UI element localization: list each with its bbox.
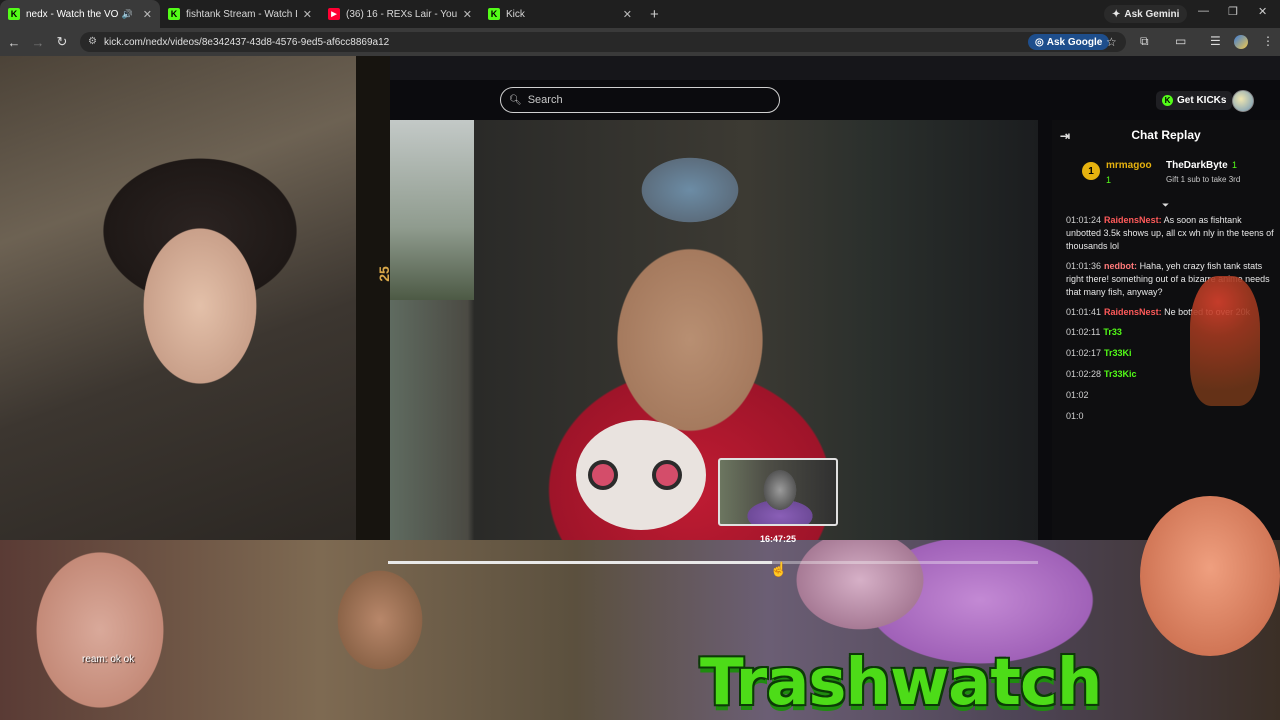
tab-title: Kick: [506, 8, 525, 20]
second-count: 1: [1232, 160, 1238, 170]
scrub-preview-time: 16:47:25: [759, 534, 797, 544]
forward-icon[interactable]: →: [26, 35, 50, 50]
rooster-overlay: [1190, 276, 1260, 406]
collapse-chat-icon[interactable]: ⇥: [1060, 129, 1070, 143]
browser-tab-4[interactable]: K Kick ✕: [480, 0, 640, 28]
message-user[interactable]: RaidensNest:: [1104, 307, 1162, 317]
message-user[interactable]: nedbot:: [1104, 261, 1137, 271]
kicks-coin-icon: K: [1162, 95, 1173, 106]
close-tab-icon[interactable]: ✕: [623, 8, 632, 21]
get-kicks-label: Get KICKs: [1177, 95, 1227, 106]
scrub-preview-thumbnail: [718, 458, 838, 526]
reload-icon[interactable]: ↻: [50, 34, 74, 50]
rank-badge-icon: 1: [1082, 162, 1100, 180]
message-time: 01:01:41: [1066, 307, 1102, 317]
url-text: kick.com/nedx/videos/8e342437-43d8-4576-…: [104, 36, 390, 48]
search-input[interactable]: [527, 94, 758, 106]
search-box[interactable]: 🔍︎: [500, 87, 780, 113]
ask-google-button[interactable]: ◎ Ask Google: [1028, 34, 1110, 50]
gift-sub-text: Gift 1 sub to take 3rd: [1166, 175, 1241, 184]
chat-title: Chat Replay: [1131, 128, 1201, 142]
message-user[interactable]: Tr33Kic: [1104, 369, 1137, 379]
trashwatch-banner: Trashwatch: [700, 646, 1102, 720]
kick-page: 🔍︎ K Get KICKs 25 ⇥ Chat Replay 1 mrmago…: [0, 56, 1280, 720]
sweater-eye-right: [652, 460, 682, 490]
close-tab-icon[interactable]: ✕: [143, 8, 152, 21]
back-icon[interactable]: ←: [2, 35, 26, 50]
tab-title: (36) 16 - REXs Lair - YouTube: [346, 8, 457, 20]
gemini-sparkle-icon: ✦: [1112, 8, 1121, 20]
browser-toolbar: ← → ↻ ⚙ kick.com/nedx/videos/8e342437-43…: [0, 28, 1280, 56]
progress-fill: [388, 561, 772, 564]
close-tab-icon[interactable]: ✕: [463, 8, 472, 21]
close-tab-icon[interactable]: ✕: [303, 8, 312, 21]
message-time: 01:01:24: [1066, 215, 1102, 225]
chat-message: 01:0: [1066, 410, 1274, 424]
address-bar[interactable]: ⚙ kick.com/nedx/videos/8e342437-43d8-457…: [80, 32, 1126, 52]
kick-top-strip: [390, 56, 1280, 80]
hand-cursor-icon: ☝: [770, 561, 788, 577]
reading-list-icon[interactable]: ☰: [1210, 34, 1221, 48]
browser-tab-1[interactable]: K nedx - Watch the VOD on K 🔊 ✕: [0, 0, 160, 28]
message-user[interactable]: Tr33Ki: [1104, 348, 1132, 358]
message-time: 01:01:36: [1066, 261, 1102, 271]
gift-leaderboard[interactable]: 1 mrmagoo 1 TheDarkByte 1 Gift 1 sub to …: [1082, 158, 1272, 192]
video-window-scene: [390, 120, 474, 300]
message-time: 01:0: [1066, 411, 1084, 421]
second-username: TheDarkByte: [1166, 160, 1228, 171]
close-window-icon[interactable]: ✕: [1258, 5, 1267, 18]
ask-google-label: Ask Google: [1046, 36, 1103, 48]
browser-menu-icon[interactable]: ⋮: [1262, 34, 1274, 48]
sweater-eye-left: [588, 460, 618, 490]
video-progress-bar[interactable]: [388, 561, 1038, 564]
message-time: 01:02:17: [1066, 348, 1102, 358]
leader-count: 1: [1106, 175, 1112, 185]
chat-message: 01:01:24 RaidensNest: As soon as fishtank…: [1066, 214, 1274, 253]
maximize-icon[interactable]: ❐: [1228, 5, 1238, 18]
message-user[interactable]: RaidensNest:: [1104, 215, 1162, 225]
message-time: 01:02: [1066, 390, 1089, 400]
browser-tab-3[interactable]: ▶ (36) 16 - REXs Lair - YouTube ✕: [320, 0, 480, 28]
extensions-icon[interactable]: ⧉: [1140, 34, 1149, 49]
webcam-side-number: 25: [375, 266, 390, 282]
cast-icon[interactable]: ▭: [1175, 34, 1186, 48]
new-tab-icon[interactable]: +: [650, 6, 659, 23]
tab-title: fishtank Stream - Watch Live on: [186, 8, 297, 20]
chat-header: ⇥ Chat Replay: [1052, 120, 1280, 150]
search-icon: 🔍︎: [509, 94, 522, 106]
message-time: 01:02:11: [1066, 327, 1101, 337]
browser-profile-avatar[interactable]: [1234, 35, 1248, 49]
message-text: Ne: [1164, 307, 1176, 317]
get-kicks-button[interactable]: K Get KICKs: [1156, 91, 1233, 110]
lens-icon: ◎: [1035, 36, 1044, 48]
browser-tab-2[interactable]: K fishtank Stream - Watch Live on ✕: [160, 0, 320, 28]
tab-title: nedx - Watch the VOD on K: [26, 8, 118, 20]
kick-favicon-icon: K: [488, 8, 500, 20]
speaker-icon[interactable]: 🔊: [122, 9, 133, 20]
kick-favicon-icon: K: [8, 8, 20, 20]
video-player[interactable]: [390, 120, 1038, 540]
message-user[interactable]: Tr33: [1103, 327, 1122, 337]
ask-gemini-label: Ask Gemini: [1124, 8, 1180, 20]
user-avatar[interactable]: [1232, 90, 1254, 112]
message-time: 01:02:28: [1066, 369, 1102, 379]
message-text: Haha, yeh: [1139, 261, 1181, 271]
browser-tab-bar: K nedx - Watch the VOD on K 🔊 ✕ K fishta…: [0, 0, 1280, 28]
youtube-favicon-icon: ▶: [328, 8, 340, 20]
bookmark-star-icon[interactable]: ☆: [1106, 35, 1117, 49]
ask-gemini-button[interactable]: ✦ Ask Gemini: [1104, 5, 1188, 23]
webcam-overlay: 25: [0, 56, 390, 540]
laughing-face-overlay: [1140, 496, 1280, 656]
leader-username: mrmagoo: [1106, 160, 1152, 171]
stream-chat-snippet: ream: ok ok: [82, 654, 135, 665]
webcam-side-strip: [356, 56, 390, 540]
expand-leaderboard-icon[interactable]: ⏷: [1162, 200, 1169, 211]
minimize-icon[interactable]: —: [1198, 5, 1209, 17]
kick-favicon-icon: K: [168, 8, 180, 20]
site-info-icon[interactable]: ⚙: [88, 36, 97, 47]
